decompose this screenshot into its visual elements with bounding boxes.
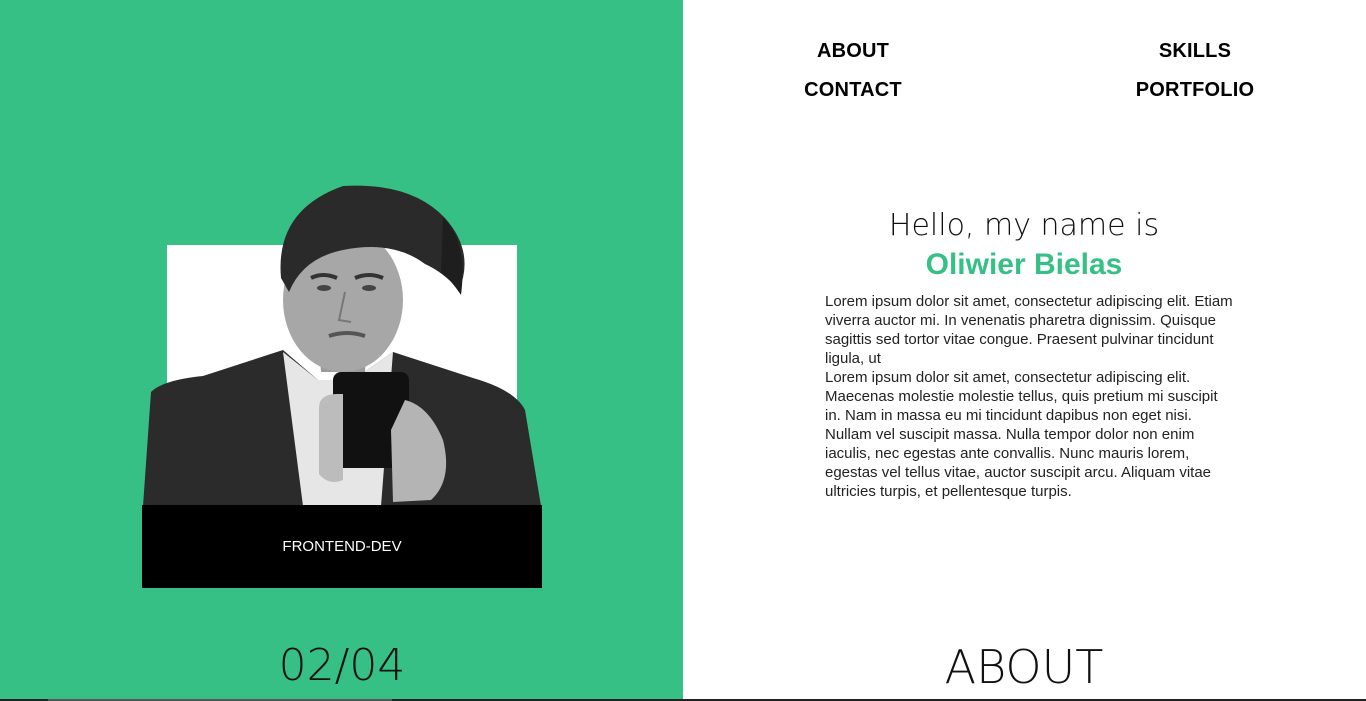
profile-photo xyxy=(143,185,541,506)
section-title: ABOUT xyxy=(944,640,1104,694)
nav-about-link[interactable]: ABOUT xyxy=(763,40,943,63)
greeting-text: Hello, my name is xyxy=(888,208,1160,243)
person-name: Oliwier Bielas xyxy=(925,248,1123,281)
page-counter: 02/04 xyxy=(278,640,406,691)
nav-skills-link[interactable]: SKILLS xyxy=(1105,40,1285,63)
bio-text: Lorem ipsum dolor sit amet, consectetur … xyxy=(825,292,1235,501)
nav-portfolio-link[interactable]: PORTFOLIO xyxy=(1105,79,1285,102)
page: FRONTEND-DEV 02/04 ABOUT SKILLS CONTACT … xyxy=(0,0,1366,701)
nav-contact-link[interactable]: CONTACT xyxy=(763,79,943,102)
bio-paragraph-2: Lorem ipsum dolor sit amet, consectetur … xyxy=(825,369,1218,500)
bio-paragraph-1: Lorem ipsum dolor sit amet, consectetur … xyxy=(825,293,1233,367)
left-panel: FRONTEND-DEV 02/04 xyxy=(0,0,683,699)
role-label: FRONTEND-DEV xyxy=(282,538,402,555)
role-bar: FRONTEND-DEV xyxy=(142,505,542,588)
